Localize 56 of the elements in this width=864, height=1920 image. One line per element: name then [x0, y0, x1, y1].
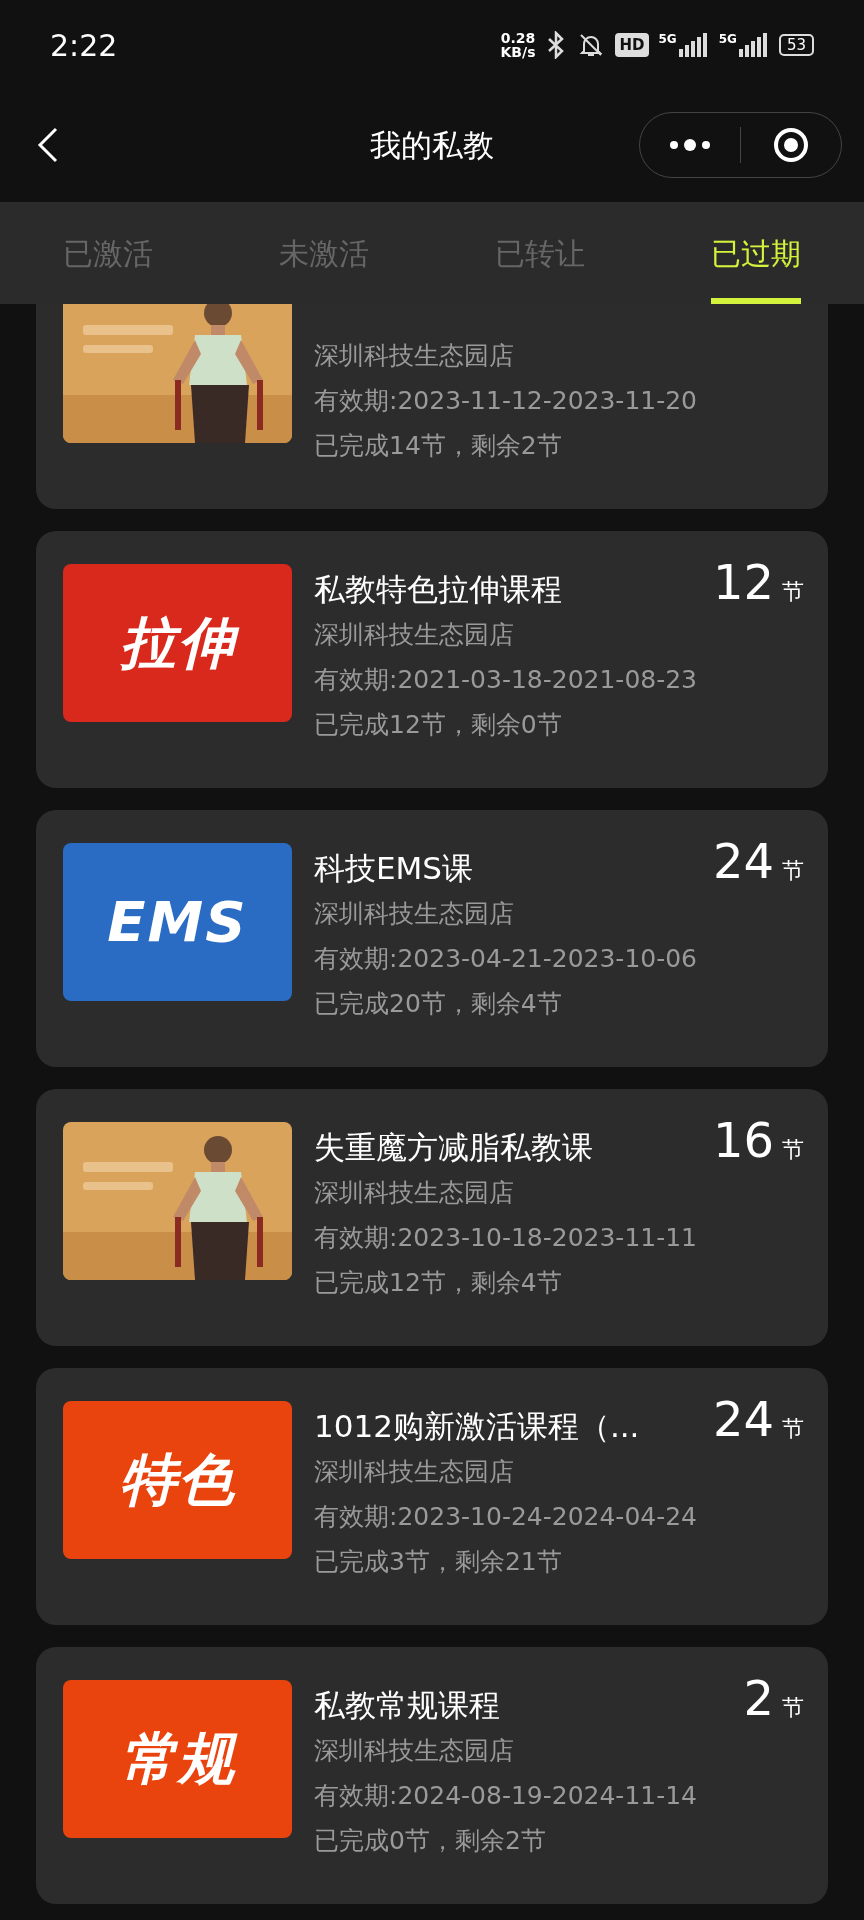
course-title: 私教常规课程 [314, 1686, 500, 1725]
session-unit: 节 [782, 578, 804, 606]
session-unit: 节 [782, 1694, 804, 1722]
tab[interactable]: 已过期 [648, 202, 864, 304]
progress-text: 已完成12节，剩余0节 [314, 709, 563, 741]
session-count: 2 [743, 1674, 774, 1722]
session-count: 16 [712, 1116, 774, 1164]
validity-period: 有效期:2024-08-19-2024-11-14 [314, 1780, 699, 1812]
back-button[interactable] [36, 125, 60, 165]
course-card[interactable]: 拉伸 私教特色拉伸课程 12 节 深圳科技生态园店 有效期:2021-03-18-2021-08-23 已完成12节，剩余0节 [36, 531, 828, 788]
status-time: 2:22 [50, 26, 118, 65]
banner-text: 特色 [119, 1446, 236, 1514]
course-card[interactable]: 特色 1012购新激活课程（... 24 节 深圳科技生态园店 有效期:2023-10-24-2024-04-24 已完成3节，剩余21节 [36, 1368, 828, 1625]
store-name: 深圳科技生态园店 [314, 1177, 515, 1209]
battery-level: 53 [778, 34, 814, 56]
back-icon [36, 125, 60, 165]
banner-text: EMS [107, 888, 248, 956]
store-name: 深圳科技生态园店 [314, 898, 515, 930]
course-card[interactable]: 深圳科技生态园店 有效期:2023-11-12-2023-11-20 已完成14节，剩余2节 [36, 304, 828, 509]
course-card[interactable]: 常规 私教常规课程 2 节 深圳科技生态园店 有效期:2024-08-19-2024-11-14 已完成0节，剩余2节 [36, 1647, 828, 1904]
progress-text: 已完成12节，剩余4节 [314, 1267, 563, 1299]
session-count: 24 [712, 837, 774, 885]
signal-icon [738, 33, 769, 57]
course-title: 1012购新激活课程（... [314, 1407, 640, 1446]
network-type: 5G [658, 33, 677, 45]
validity-period: 有效期:2023-10-18-2023-11-11 [314, 1222, 699, 1254]
course-card[interactable]: EMS 科技EMS课 24 节 深圳科技生态园店 有效期:2023-04-21-2023-10-06 已完成20节，剩余4节 [36, 810, 828, 1067]
hd-badge: HD [615, 32, 649, 58]
store-name: 深圳科技生态园店 [314, 340, 515, 372]
session-unit: 节 [782, 1415, 804, 1443]
session-unit: 节 [782, 857, 804, 885]
progress-text: 已完成20节，剩余4节 [314, 988, 563, 1020]
speed-unit: KB/s [500, 45, 536, 59]
course-title: 私教特色拉伸课程 [314, 570, 562, 609]
progress-text: 已完成0节，剩余2节 [314, 1825, 547, 1857]
course-card[interactable]: 失重魔方减脂私教课 16 节 深圳科技生态园店 有效期:2023-10-18-2023-11-11 已完成12节，剩余4节 [36, 1089, 828, 1346]
session-unit: 节 [782, 1136, 804, 1164]
course-title: 失重魔方减脂私教课 [314, 1128, 593, 1167]
signal-icon [678, 33, 709, 57]
session-count: 12 [712, 558, 774, 606]
course-title: 科技EMS课 [314, 849, 473, 888]
page-title: 我的私教 [370, 126, 494, 163]
network-speed: 0.28 [500, 31, 536, 45]
validity-period: 有效期:2023-10-24-2024-04-24 [314, 1501, 699, 1533]
session-count: 24 [712, 1395, 774, 1443]
store-name: 深圳科技生态园店 [314, 1456, 515, 1488]
validity-period: 有效期:2023-11-12-2023-11-20 [314, 385, 699, 417]
more-icon [668, 138, 712, 152]
validity-period: 有效期:2021-03-18-2021-08-23 [314, 664, 699, 696]
progress-text: 已完成14节，剩余2节 [314, 430, 563, 462]
store-name: 深圳科技生态园店 [314, 1735, 515, 1767]
progress-text: 已完成3节，剩余21节 [314, 1546, 563, 1578]
network-type: 5G [718, 33, 737, 45]
validity-period: 有效期:2023-04-21-2023-10-06 [314, 943, 699, 975]
banner-text: 常规 [119, 1725, 236, 1793]
store-name: 深圳科技生态园店 [314, 619, 515, 651]
